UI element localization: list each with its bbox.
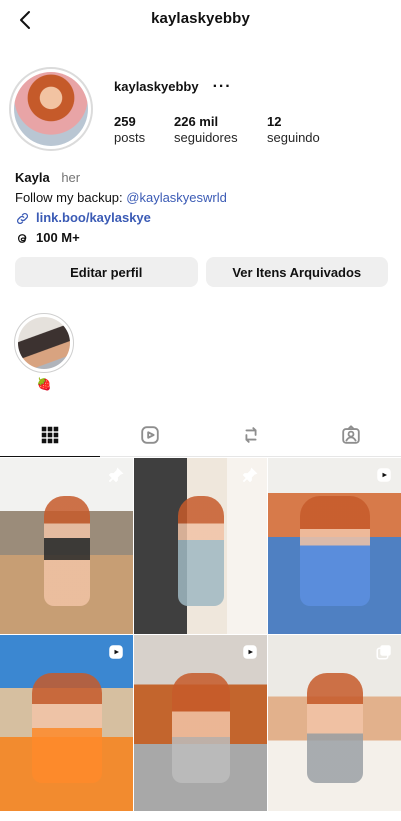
bio-text: Follow my backup: [15, 190, 127, 205]
post-thumbnail [306, 673, 363, 783]
stat-posts-count: 259 [114, 114, 136, 129]
grid-icon [39, 424, 61, 446]
view-archived-button[interactable]: Ver Itens Arquivados [205, 257, 388, 287]
reels-tab[interactable] [100, 413, 200, 456]
stat-posts-label: posts [114, 130, 146, 145]
highlight-image [18, 317, 70, 369]
bio-text-row: Follow my backup: @kaylaskyeswrld [15, 188, 385, 208]
repost-icon [240, 424, 262, 446]
stat-followers-label: seguidores [174, 130, 238, 145]
highlight-label: 🍓 [36, 377, 52, 391]
profile-bio: Kayla her Follow my backup: @kaylaskyesw… [15, 168, 385, 248]
more-options-icon[interactable]: ··· [213, 78, 232, 94]
post-thumbnail [43, 496, 90, 606]
stat-followers-count: 226 mil [174, 114, 219, 129]
posts-grid [0, 458, 401, 811]
avatar-image [14, 72, 88, 146]
profile-username: kaylaskyebby [114, 79, 199, 94]
stat-followers[interactable]: 226 mil seguidores [174, 114, 238, 146]
username-row: kaylaskyebby ··· [114, 78, 232, 94]
stat-following[interactable]: 12 seguindo [267, 114, 320, 146]
post-thumbnail [177, 496, 224, 606]
profile-stats: 259 posts 226 mil seguidores 12 seguindo [114, 114, 384, 148]
threads-row[interactable]: 100 M+ [15, 228, 385, 248]
bio-mention-link[interactable]: @kaylaskyeswrld [126, 190, 227, 205]
grid-post[interactable] [134, 635, 267, 811]
post-thumbnail [171, 673, 230, 783]
reel-icon [241, 643, 259, 661]
reels-icon [139, 424, 161, 446]
stat-posts[interactable]: 259 posts [114, 114, 145, 146]
threads-count: 100 M+ [36, 230, 80, 245]
pronouns: her [61, 170, 81, 185]
highlight-ring [14, 313, 74, 373]
stat-following-label: seguindo [267, 130, 320, 145]
grid-tab[interactable] [0, 413, 101, 457]
pin-icon [241, 466, 259, 484]
reel-icon [107, 643, 125, 661]
bio-link-row[interactable]: link.boo/kaylaskye [15, 208, 385, 228]
post-thumbnail [299, 496, 370, 606]
grid-post[interactable] [0, 458, 133, 634]
carousel-icon [375, 643, 393, 661]
profile-avatar[interactable] [9, 67, 93, 151]
grid-post[interactable] [134, 458, 267, 634]
bio-external-link[interactable]: link.boo/kaylaskye [36, 208, 151, 228]
display-name: Kayla [15, 170, 50, 185]
link-icon [15, 211, 30, 226]
grid-post[interactable] [0, 635, 133, 811]
top-bar: kaylaskyebby [0, 0, 401, 40]
profile-action-buttons: Editar perfil Ver Itens Arquivados [15, 257, 388, 287]
instagram-profile-page: kaylaskyebby kaylaskyebby ··· 259 posts … [0, 0, 401, 821]
stat-following-count: 12 [267, 114, 282, 129]
bio-name-row: Kayla her [15, 168, 385, 188]
tagged-icon [340, 424, 362, 446]
post-thumbnail [31, 673, 102, 783]
grid-post[interactable] [268, 458, 401, 634]
tagged-tab[interactable] [301, 413, 401, 456]
reel-icon [375, 466, 393, 484]
grid-post[interactable] [268, 635, 401, 811]
page-title: kaylaskyebby [151, 10, 250, 27]
threads-icon [15, 231, 30, 246]
edit-profile-button[interactable]: Editar perfil [15, 257, 198, 287]
pin-icon [107, 466, 125, 484]
story-highlight[interactable]: 🍓 [14, 313, 74, 391]
profile-tabs [0, 413, 401, 457]
reposts-tab[interactable] [201, 413, 301, 456]
